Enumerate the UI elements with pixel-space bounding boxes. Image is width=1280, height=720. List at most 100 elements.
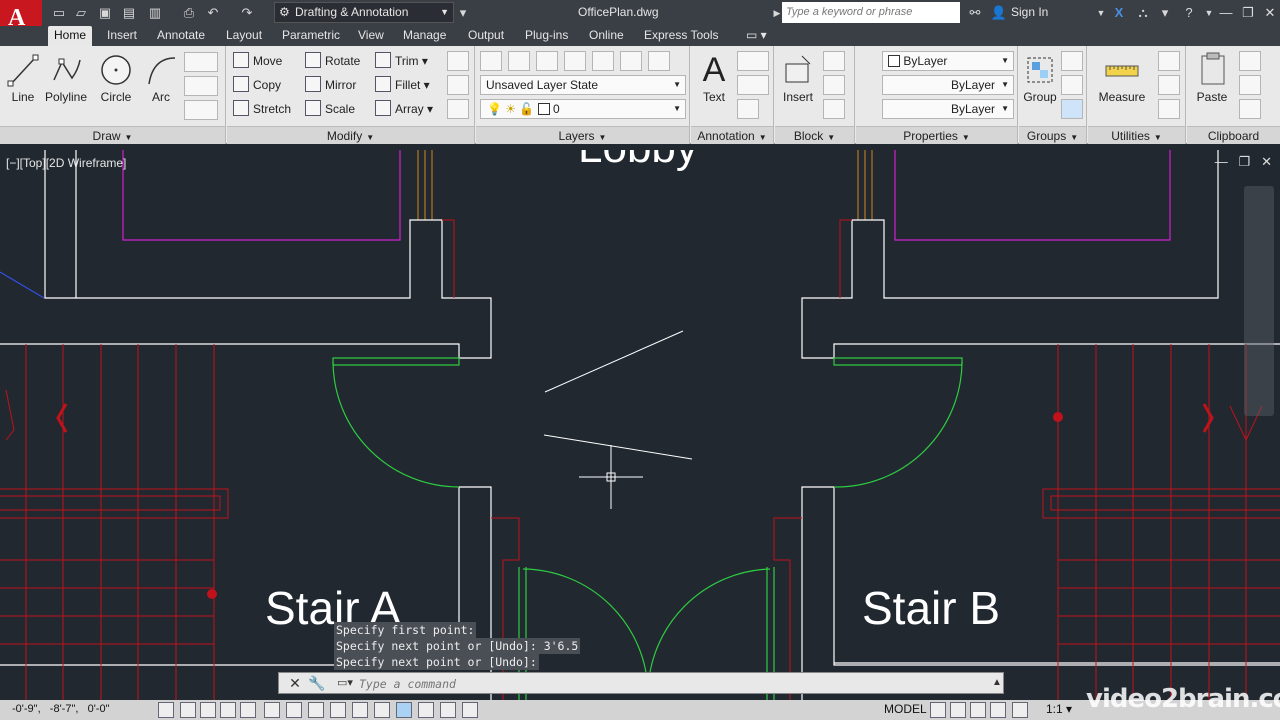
- grid-display-icon[interactable]: [200, 702, 216, 718]
- linetype-select[interactable]: ByLayer ▼: [882, 75, 1014, 95]
- line-button[interactable]: Line: [2, 50, 44, 104]
- scale-button[interactable]: Scale: [305, 99, 355, 119]
- utilities-panel-title[interactable]: Utilities ▼: [1088, 126, 1185, 144]
- ellipse-tool-icon[interactable]: [184, 100, 218, 120]
- tab-manage[interactable]: Manage: [397, 26, 452, 46]
- layer-off-icon[interactable]: [648, 51, 670, 71]
- save-icon[interactable]: ▣: [96, 4, 114, 22]
- publish-icon[interactable]: ▥: [146, 4, 164, 22]
- quick-view-drawings-icon[interactable]: [950, 702, 966, 718]
- undo-icon[interactable]: ↶: [204, 4, 222, 22]
- lineweight-icon[interactable]: [374, 702, 390, 718]
- stretch-button[interactable]: Stretch: [233, 99, 291, 119]
- help-dropdown-icon[interactable]: ▾: [1156, 4, 1174, 22]
- explode-icon[interactable]: [447, 75, 469, 95]
- quick-properties-icon[interactable]: [418, 702, 434, 718]
- tab-output[interactable]: Output: [462, 26, 510, 46]
- sign-in-button[interactable]: Sign In: [1011, 5, 1048, 19]
- group-edit-icon[interactable]: [1061, 75, 1083, 95]
- tab-layout[interactable]: Layout: [220, 26, 268, 46]
- color-select[interactable]: ByLayer ▼: [882, 51, 1014, 71]
- viewport-restore-icon[interactable]: ❐: [1239, 154, 1251, 169]
- ortho-mode-icon[interactable]: [220, 702, 236, 718]
- layer-isolate-icon[interactable]: [564, 51, 586, 71]
- pan-icon[interactable]: [970, 702, 986, 718]
- paste-button[interactable]: Paste: [1191, 50, 1233, 104]
- properties-panel-title[interactable]: Properties ▼: [856, 126, 1017, 144]
- match-properties-icon[interactable]: [860, 51, 882, 71]
- group-button[interactable]: Group: [1019, 50, 1061, 104]
- drawing-canvas[interactable]: Lobby: [0, 150, 1280, 700]
- annotation-monitor-icon[interactable]: [462, 702, 478, 718]
- command-input[interactable]: [359, 675, 979, 692]
- edit-block-icon[interactable]: [823, 75, 845, 95]
- current-layer-select[interactable]: 💡 ☀ 🔓 0 ▼: [480, 99, 686, 119]
- polar-tracking-icon[interactable]: [240, 702, 256, 718]
- edit-attributes-icon[interactable]: [823, 99, 845, 119]
- insert-block-button[interactable]: Insert: [777, 50, 819, 104]
- annotation-panel-title[interactable]: Annotation ▼: [691, 126, 773, 144]
- signin-dropdown-icon[interactable]: ▼: [1092, 4, 1110, 22]
- help-icon[interactable]: ?: [1180, 4, 1198, 22]
- erase-icon[interactable]: [447, 51, 469, 71]
- tab-online[interactable]: Online: [583, 26, 630, 46]
- model-space-button[interactable]: MODEL: [884, 702, 927, 716]
- layers-panel-title[interactable]: Layers ▼: [476, 126, 689, 144]
- dimension-icon[interactable]: [737, 51, 769, 71]
- trim-button[interactable]: Trim ▾: [375, 51, 428, 71]
- steering-wheel-icon[interactable]: [1012, 702, 1028, 718]
- redo-icon[interactable]: ↷: [238, 4, 256, 22]
- clipboard-panel-title[interactable]: Clipboard: [1187, 126, 1280, 144]
- layer-freeze-icon[interactable]: [620, 51, 642, 71]
- close-icon[interactable]: ✕: [1260, 3, 1280, 23]
- dynamic-ucs-icon[interactable]: [330, 702, 346, 718]
- rectangle-tool-icon[interactable]: [184, 52, 218, 72]
- layer-previous-icon[interactable]: [536, 51, 558, 71]
- lineweight-select[interactable]: ByLayer ▼: [882, 99, 1014, 119]
- create-block-icon[interactable]: [823, 51, 845, 71]
- open-file-icon[interactable]: ▱: [72, 4, 90, 22]
- move-button[interactable]: Move: [233, 51, 282, 71]
- modify-panel-title[interactable]: Modify ▼: [227, 126, 474, 144]
- layer-properties-icon[interactable]: [480, 51, 502, 71]
- tab-express-tools[interactable]: Express Tools: [638, 26, 724, 46]
- save-as-icon[interactable]: ▤: [120, 4, 138, 22]
- offset-icon[interactable]: [447, 99, 469, 119]
- copy-button[interactable]: Copy: [233, 75, 281, 95]
- array-button[interactable]: Array ▾: [375, 99, 433, 119]
- polyline-button[interactable]: Polyline: [44, 50, 88, 104]
- viewport-close-icon[interactable]: ✕: [1261, 154, 1272, 169]
- hatch-tool-icon[interactable]: [184, 76, 218, 96]
- navigation-bar[interactable]: [1244, 186, 1274, 416]
- new-file-icon[interactable]: ▭: [50, 4, 68, 22]
- calculator-icon[interactable]: [1158, 75, 1180, 95]
- viewport-window-controls[interactable]: — ❐ ✕: [1215, 154, 1272, 170]
- rotate-button[interactable]: Rotate: [305, 51, 360, 71]
- ungroup-icon[interactable]: [1061, 51, 1083, 71]
- annotation-scale-select[interactable]: 1:1 ▾: [1046, 702, 1072, 716]
- circle-button[interactable]: Circle: [95, 50, 137, 104]
- quick-access-dropdown-icon[interactable]: ▾: [454, 4, 472, 22]
- user-icon[interactable]: 👤: [990, 4, 1008, 22]
- minimize-icon[interactable]: —: [1216, 3, 1236, 23]
- mirror-button[interactable]: Mirror: [305, 75, 356, 95]
- id-point-icon[interactable]: [1158, 99, 1180, 119]
- transparency-icon[interactable]: [396, 702, 412, 718]
- match-properties-clip-icon[interactable]: [1239, 99, 1261, 119]
- quick-select-icon[interactable]: [1158, 51, 1180, 71]
- tab-insert[interactable]: Insert: [101, 26, 143, 46]
- print-icon[interactable]: ⎙: [180, 4, 198, 22]
- snap-mode-icon[interactable]: [180, 702, 196, 718]
- viewport-minimize-icon[interactable]: —: [1215, 154, 1228, 169]
- layer-state-select[interactable]: Unsaved Layer State ▼: [480, 75, 686, 95]
- tab-view[interactable]: View: [352, 26, 390, 46]
- measure-button[interactable]: Measure: [1094, 50, 1150, 104]
- wrench-icon[interactable]: 🔧: [307, 674, 327, 692]
- object-snap-tracking-icon[interactable]: [308, 702, 324, 718]
- close-command-line-icon[interactable]: ✕: [285, 674, 305, 692]
- draw-panel-title[interactable]: Draw ▼: [0, 126, 225, 144]
- arc-button[interactable]: Arc: [140, 50, 182, 104]
- zoom-icon[interactable]: [990, 702, 1006, 718]
- copy-clip-icon[interactable]: [1239, 75, 1261, 95]
- selection-cycling-icon[interactable]: [440, 702, 456, 718]
